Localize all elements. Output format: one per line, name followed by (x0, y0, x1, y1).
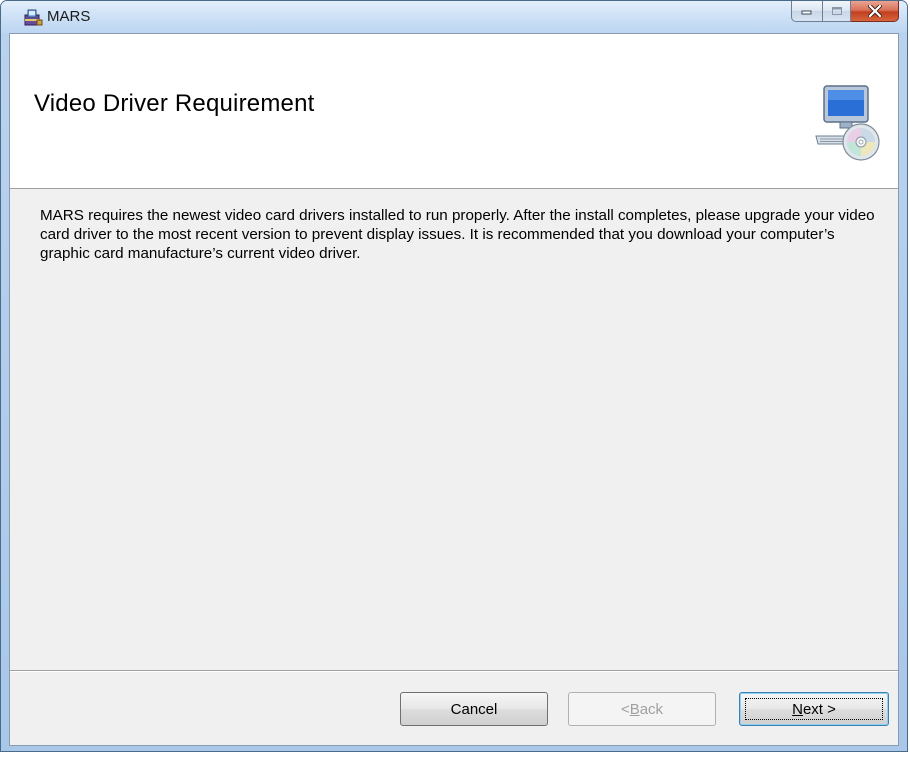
back-button-label: ack (639, 700, 664, 718)
computer-cd-icon (815, 85, 880, 161)
next-button-mnemonic: N (792, 700, 803, 718)
window-title: MARS (47, 8, 91, 25)
maximize-button[interactable] (823, 1, 851, 22)
caption-buttons (791, 1, 899, 23)
installer-package-icon (24, 9, 43, 26)
close-icon (867, 5, 882, 17)
minimize-button[interactable] (791, 1, 823, 22)
next-button[interactable]: Next > (739, 692, 889, 726)
header-banner: Video Driver Requirement (10, 34, 898, 189)
close-button[interactable] (851, 1, 899, 22)
next-button-label: ext > (802, 700, 836, 718)
maximize-icon (831, 7, 842, 15)
page-title: Video Driver Requirement (34, 90, 315, 117)
back-button-mnemonic: B (629, 700, 640, 718)
back-button-prefix: < (620, 700, 630, 718)
title-bar[interactable]: MARS (1, 1, 907, 33)
cancel-button[interactable]: Cancel (400, 692, 548, 726)
back-button[interactable]: < Back (568, 692, 716, 726)
minimize-icon (801, 10, 812, 15)
installer-window: MARS Video Driver Requirement MARS requi… (0, 0, 908, 752)
driver-requirement-message: MARS requires the newest video card driv… (40, 207, 875, 262)
dialog-client-area: Video Driver Requirement MARS requires t… (9, 33, 899, 746)
footer-divider (10, 670, 898, 672)
